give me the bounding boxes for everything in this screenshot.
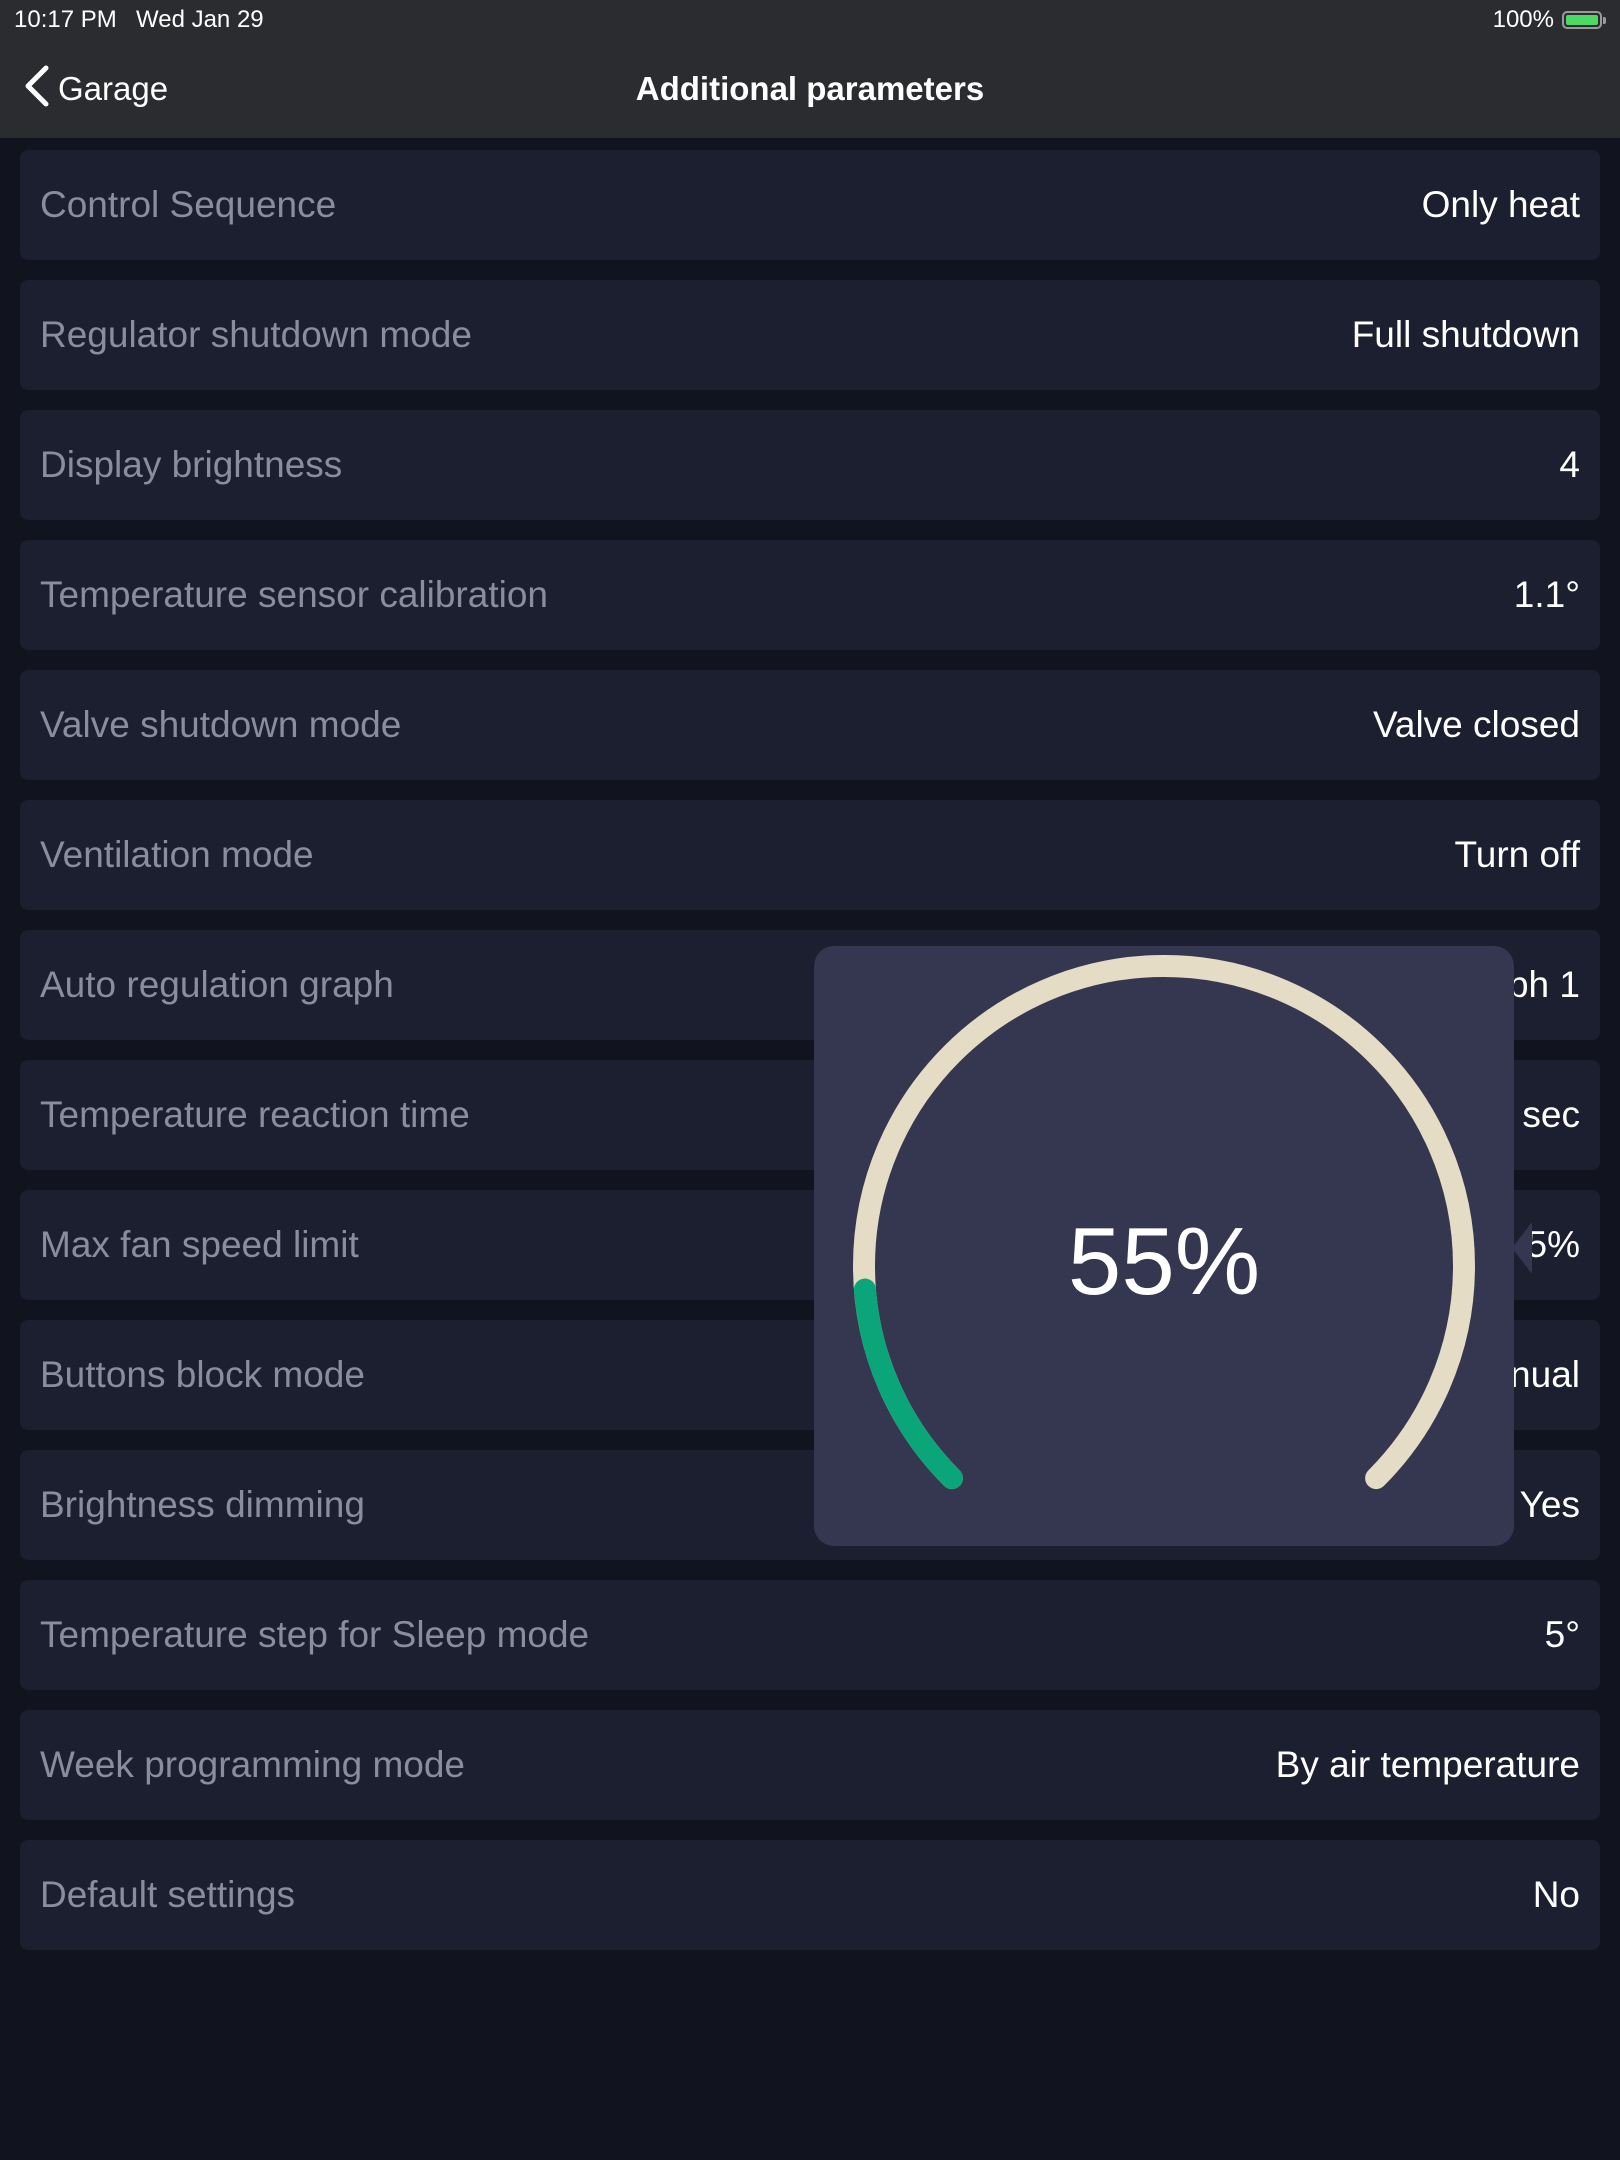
row-label: Auto regulation graph [40, 964, 394, 1005]
row-label: Temperature step for Sleep mode [40, 1614, 590, 1655]
row-label: Buttons block mode [40, 1354, 365, 1395]
gauge-progress [853, 1278, 963, 1490]
row-value: ph 1 [1507, 964, 1580, 1005]
row-temperature-sensor-calibration[interactable]: Temperature sensor calibration 1.1° [20, 540, 1600, 650]
row-week-programming-mode[interactable]: Week programming mode By air temperature [20, 1710, 1600, 1820]
row-display-brightness[interactable]: Display brightness 4 [20, 410, 1600, 520]
row-value: 5% [1526, 1224, 1580, 1265]
row-value: 1.1° [1513, 574, 1580, 615]
row-label: Temperature sensor calibration [40, 574, 548, 615]
row-regulator-shutdown-mode[interactable]: Regulator shutdown mode Full shutdown [20, 280, 1600, 390]
battery-tip [1603, 17, 1606, 24]
battery-fill [1566, 15, 1598, 25]
row-value: 4 [1559, 444, 1580, 485]
row-value: sec [1522, 1094, 1580, 1135]
status-time: 10:17 PM [14, 6, 117, 33]
row-value: Full shutdown [1351, 314, 1580, 355]
row-value: Turn off [1454, 834, 1580, 875]
page-title: Additional parameters [635, 70, 985, 107]
row-label: Temperature reaction time [40, 1094, 470, 1135]
row-label: Valve shutdown mode [40, 704, 402, 745]
row-value: No [1532, 1874, 1580, 1915]
row-label: Ventilation mode [40, 834, 314, 875]
row-label: Default settings [40, 1874, 296, 1915]
row-label: Max fan speed limit [40, 1224, 359, 1265]
popover-arrow [1512, 1222, 1532, 1274]
row-value: Valve closed [1372, 704, 1580, 745]
battery-icon [1562, 11, 1606, 29]
row-value: 5° [1544, 1614, 1580, 1655]
row-label: Week programming mode [40, 1744, 465, 1785]
row-value: nual [1510, 1354, 1580, 1395]
status-date: Wed Jan 29 [136, 6, 264, 33]
status-right: 100% [1492, 6, 1606, 34]
row-valve-shutdown-mode[interactable]: Valve shutdown mode Valve closed [20, 670, 1600, 780]
row-value: Yes [1519, 1484, 1580, 1525]
row-control-sequence[interactable]: Control Sequence Only heat [20, 150, 1600, 260]
gauge-value: 55% [1067, 1208, 1261, 1315]
row-label: Brightness dimming [40, 1484, 365, 1525]
row-temperature-step-sleep-mode[interactable]: Temperature step for Sleep mode 5° [20, 1580, 1600, 1690]
row-label: Regulator shutdown mode [40, 314, 472, 355]
status-bar: 10:17 PM Wed Jan 29 100% [0, 0, 1620, 40]
row-default-settings[interactable]: Default settings No [20, 1840, 1600, 1950]
top-bar: 10:17 PM Wed Jan 29 100% Garage Addition… [0, 0, 1620, 138]
row-value: Only heat [1421, 184, 1580, 225]
row-label: Display brightness [40, 444, 343, 485]
row-ventilation-mode[interactable]: Ventilation mode Turn off [20, 800, 1600, 910]
battery-percent: 100% [1492, 6, 1554, 33]
nav-bar: Garage Additional parameters [0, 40, 1620, 138]
row-label: Control Sequence [40, 184, 337, 225]
fan-speed-popover: 55% [814, 946, 1514, 1546]
row-value: By air temperature [1275, 1744, 1580, 1785]
